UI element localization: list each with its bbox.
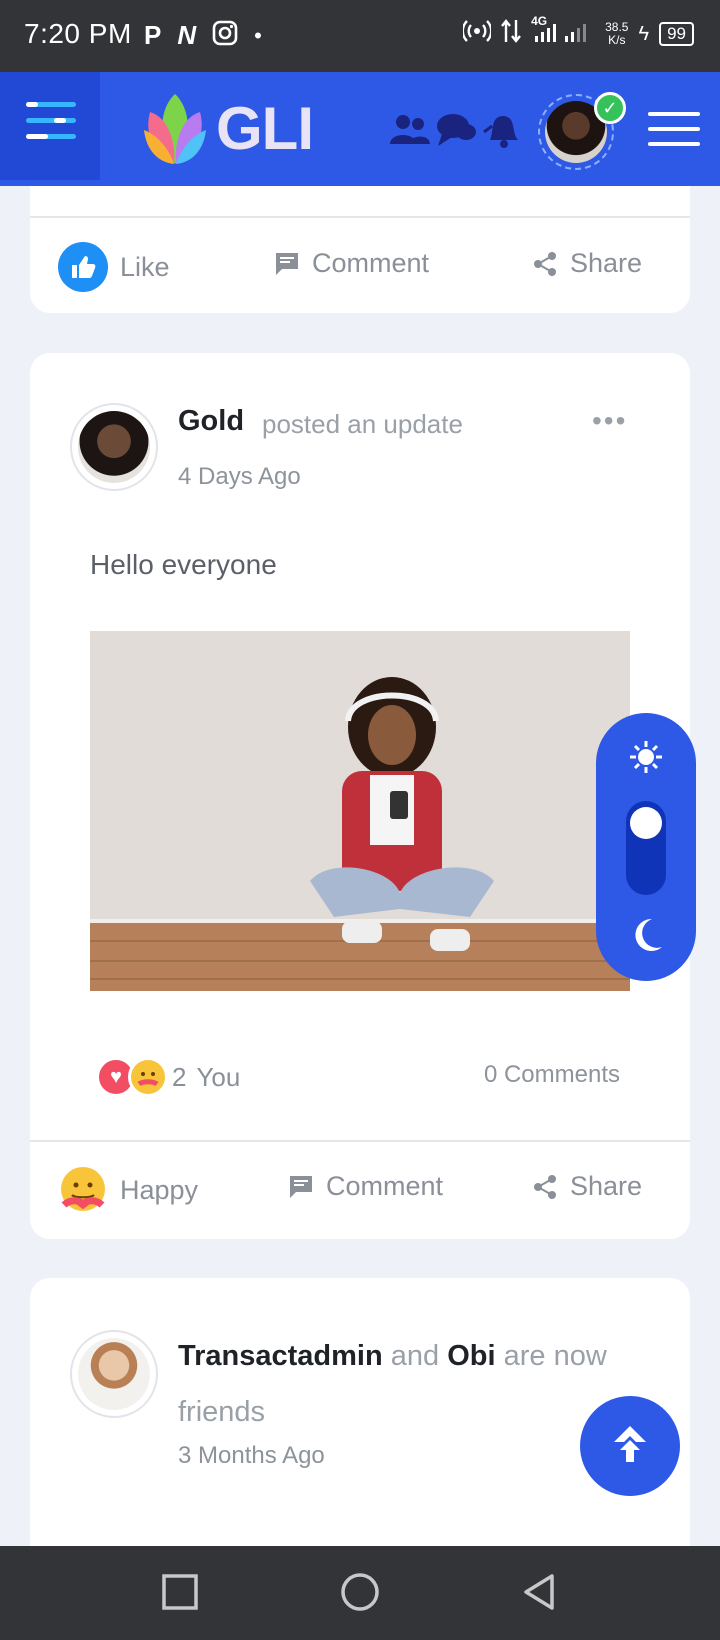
share-label: Share	[570, 248, 643, 278]
sun-icon	[630, 741, 662, 773]
avatar-image	[78, 1338, 150, 1410]
signal-icon: 4G	[531, 14, 595, 50]
notifications-bell-icon[interactable]	[482, 112, 522, 148]
arrow-up-icon	[614, 1426, 646, 1462]
user2-name[interactable]: Obi	[447, 1340, 495, 1372]
menu-bar	[648, 142, 700, 146]
lotus-icon	[144, 94, 206, 164]
header-action-icons	[390, 112, 522, 148]
status-bar: 7:20 PM P N • 4G 38.5 K/s ϟ 99	[0, 0, 720, 72]
happy-label: Happy	[120, 1174, 199, 1205]
thumbs-up-icon	[58, 242, 108, 292]
previous-post-card: Like Comment Share	[30, 186, 690, 313]
toggle-knob[interactable]	[630, 807, 662, 839]
home-circle-icon[interactable]	[338, 1570, 382, 1614]
share-button[interactable]: Share	[532, 1171, 642, 1202]
conjunction: and	[390, 1340, 440, 1372]
comment-icon	[276, 252, 298, 275]
menu-lines-icon	[26, 102, 76, 139]
hug-emoji-icon	[61, 1167, 105, 1211]
verified-check-icon: ✓	[594, 92, 626, 124]
main-menu-button[interactable]	[648, 112, 700, 157]
divider	[30, 216, 690, 218]
hug-reaction-icon	[128, 1057, 168, 1097]
divider	[30, 1140, 690, 1142]
friendship-text: Transactadmin and Obi are now friends	[178, 1328, 638, 1440]
hotspot-icon	[461, 19, 493, 49]
network-speed: 38.5 K/s	[605, 20, 629, 47]
like-button[interactable]: Like	[58, 242, 170, 292]
p-app-icon: P	[144, 20, 162, 50]
post-action-text: posted an update	[262, 409, 463, 439]
reaction-count: 2	[172, 1061, 187, 1092]
theme-toggle[interactable]	[596, 713, 696, 981]
battery-indicator: 99	[659, 22, 694, 46]
friends-icon[interactable]	[390, 112, 430, 148]
avatar-image	[78, 411, 150, 483]
app-header: GLI ✓	[0, 72, 720, 186]
comment-button[interactable]: Comment	[274, 248, 429, 279]
recents-square-icon[interactable]	[158, 1570, 202, 1614]
user-avatar[interactable]	[70, 1330, 158, 1418]
happy-reaction-button[interactable]: Happy	[58, 1165, 198, 1215]
system-indicators: 4G 38.5 K/s ϟ 99	[461, 14, 694, 50]
comment-button[interactable]: Comment	[288, 1171, 443, 1202]
messages-icon[interactable]	[436, 112, 476, 148]
dot-icon: •	[254, 22, 262, 48]
comments-count[interactable]: 0 Comments	[484, 1061, 620, 1089]
reactions-summary[interactable]: ♥ 2 You	[96, 1057, 240, 1097]
woman-with-phone-photo	[90, 631, 630, 991]
status-time: 7:20 PM	[24, 18, 132, 49]
charging-icon: ϟ	[638, 22, 650, 45]
system-nav-bar	[0, 1546, 720, 1640]
share-icon	[534, 1174, 556, 1199]
scroll-to-top-button[interactable]	[580, 1396, 680, 1496]
n-app-icon: N	[177, 20, 197, 50]
user1-name[interactable]: Transactadmin	[178, 1340, 383, 1372]
side-menu-button[interactable]	[0, 72, 100, 180]
menu-bar	[648, 112, 700, 116]
moon-icon	[635, 918, 662, 951]
data-arrows-icon	[501, 18, 522, 50]
toggle-track[interactable]	[626, 801, 666, 895]
post-card: Gold posted an update 4 Days Ago ••• Hel…	[30, 353, 690, 1239]
comment-label: Comment	[326, 1171, 444, 1201]
post-image[interactable]	[90, 631, 630, 991]
author-name[interactable]: Gold	[178, 405, 244, 438]
notification-icons: P N •	[144, 20, 262, 51]
share-label: Share	[570, 1171, 643, 1201]
post-options-menu[interactable]: •••	[592, 405, 627, 437]
instagram-icon	[212, 20, 238, 51]
logo-text: GLI	[216, 94, 314, 162]
friendship-timestamp: 3 Months Ago	[178, 1442, 325, 1469]
app-logo[interactable]: GLI	[140, 90, 314, 166]
author-avatar[interactable]	[70, 403, 158, 491]
back-triangle-icon[interactable]	[518, 1570, 562, 1614]
post-timestamp: 4 Days Ago	[178, 463, 301, 490]
share-button[interactable]: Share	[532, 248, 642, 279]
comment-label: Comment	[312, 248, 430, 278]
like-label: Like	[120, 251, 170, 282]
share-icon	[534, 251, 556, 276]
comment-icon	[290, 1175, 312, 1198]
post-text: Hello everyone	[90, 549, 277, 580]
reaction-you: You	[196, 1061, 241, 1092]
menu-bar	[648, 127, 700, 131]
